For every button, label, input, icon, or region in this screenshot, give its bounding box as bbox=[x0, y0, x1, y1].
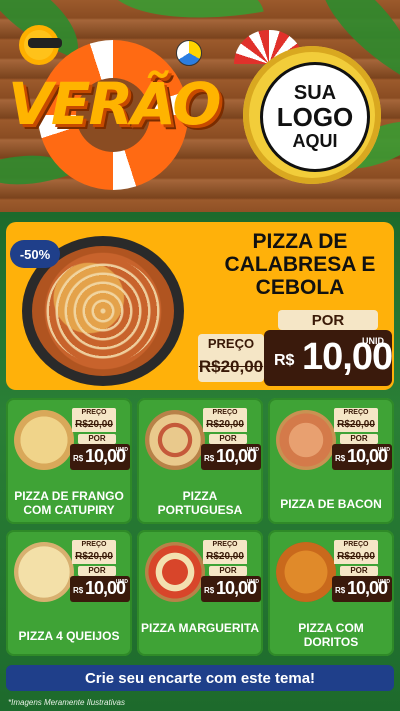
por-label: POR bbox=[78, 566, 116, 576]
currency-symbol: R$ bbox=[274, 352, 295, 369]
discount-badge: -50% bbox=[10, 240, 60, 268]
new-price-box: R$ 10,00 UNID bbox=[70, 444, 130, 470]
new-price-box: R$ 10,00 UNID bbox=[201, 576, 261, 602]
currency-symbol: R$ bbox=[73, 454, 84, 463]
product-name: PIZZA 4 QUEIJOS bbox=[18, 629, 120, 643]
por-label: POR bbox=[209, 434, 247, 444]
product-card[interactable]: PREÇO R$20,00 POR R$ 10,00 UNID PIZZA 4 … bbox=[6, 530, 132, 656]
sunglasses-icon bbox=[28, 38, 62, 48]
por-label: POR bbox=[340, 434, 378, 444]
currency-symbol: R$ bbox=[73, 586, 84, 595]
new-price-box: R$ 10,00 UNID bbox=[201, 444, 261, 470]
summer-header: VERÃO SUA LOGO AQUI bbox=[0, 0, 400, 212]
pizza-image bbox=[145, 410, 205, 470]
currency-symbol: R$ bbox=[335, 454, 346, 463]
featured-product-name: PIZZA DE CALABRESA E CEBOLA bbox=[224, 230, 376, 300]
currency-symbol: R$ bbox=[204, 454, 215, 463]
season-title: VERÃO bbox=[8, 70, 222, 138]
price-label: PREÇO bbox=[334, 408, 378, 418]
create-flyer-button[interactable]: Crie seu encarte com este tema! bbox=[6, 665, 394, 691]
price-label: PREÇO bbox=[203, 540, 247, 550]
unit-label: UNID bbox=[362, 336, 384, 346]
product-name: PIZZA DE FRANGO COM CATUPIRY bbox=[14, 489, 124, 517]
old-price: R$20,00 bbox=[198, 352, 264, 382]
pizza-image bbox=[145, 542, 205, 602]
unit-label: UNID bbox=[115, 447, 128, 453]
currency-symbol: R$ bbox=[204, 586, 215, 595]
product-card[interactable]: PREÇO R$20,00 POR R$ 10,00 UNID PIZZA DE… bbox=[6, 398, 132, 524]
pizza-image bbox=[276, 542, 336, 602]
product-name: PIZZA DE BACON bbox=[280, 497, 382, 511]
price-label: PREÇO bbox=[72, 540, 116, 550]
old-price: R$20,00 bbox=[334, 550, 378, 564]
old-price: R$20,00 bbox=[203, 418, 247, 432]
product-card[interactable]: PREÇO R$20,00 POR R$ 10,00 UNID PIZZA CO… bbox=[268, 530, 394, 656]
pizza-image bbox=[276, 410, 336, 470]
por-label: POR bbox=[340, 566, 378, 576]
old-price: R$20,00 bbox=[203, 550, 247, 564]
product-name: PIZZA PORTUGUESA bbox=[157, 489, 243, 517]
old-price: R$20,00 bbox=[334, 418, 378, 432]
unit-label: UNID bbox=[377, 579, 390, 585]
por-label: POR bbox=[209, 566, 247, 576]
new-price-box: R$ 10,00 UNID bbox=[70, 576, 130, 602]
logo-text-line: AQUI bbox=[292, 130, 338, 151]
logo-text-line: LOGO bbox=[276, 102, 354, 133]
unit-label: UNID bbox=[115, 579, 128, 585]
unit-label: UNID bbox=[377, 447, 390, 453]
unit-label: UNID bbox=[246, 579, 259, 585]
logo-placeholder[interactable]: SUA LOGO AQUI bbox=[260, 62, 370, 172]
por-label: POR bbox=[78, 434, 116, 444]
price-label: PREÇO bbox=[334, 540, 378, 550]
new-price-box: R$ 10,00 UNID bbox=[264, 330, 393, 386]
price-label: PREÇO bbox=[203, 408, 247, 418]
product-name: PIZZA COM DORITOS bbox=[298, 621, 364, 649]
new-price-box: R$ 10,00 UNID bbox=[332, 576, 392, 602]
price-label: PREÇO bbox=[72, 408, 116, 418]
price-label: PREÇO bbox=[198, 334, 264, 352]
pizza-image bbox=[14, 410, 74, 470]
disclaimer-text: *Imagens Meramente Ilustrativas bbox=[8, 698, 125, 707]
new-price-box: R$ 10,00 UNID bbox=[332, 444, 392, 470]
pizza-image bbox=[14, 542, 74, 602]
logo-text-line: SUA bbox=[293, 82, 337, 105]
unit-label: UNID bbox=[246, 447, 259, 453]
currency-symbol: R$ bbox=[335, 586, 346, 595]
por-label: POR bbox=[278, 310, 378, 330]
old-price: R$20,00 bbox=[72, 550, 116, 564]
product-card[interactable]: PREÇO R$20,00 POR R$ 10,00 UNID PIZZA MA… bbox=[137, 530, 263, 656]
product-name: PIZZA MARGUERITA bbox=[141, 621, 259, 635]
beach-ball-icon bbox=[176, 40, 202, 66]
old-price: R$20,00 bbox=[72, 418, 116, 432]
palm-leaf-decoration bbox=[106, 0, 264, 38]
product-card[interactable]: PREÇO R$20,00 POR R$ 10,00 UNID PIZZA DE… bbox=[268, 398, 394, 524]
product-card[interactable]: PREÇO R$20,00 POR R$ 10,00 UNID PIZZA PO… bbox=[137, 398, 263, 524]
